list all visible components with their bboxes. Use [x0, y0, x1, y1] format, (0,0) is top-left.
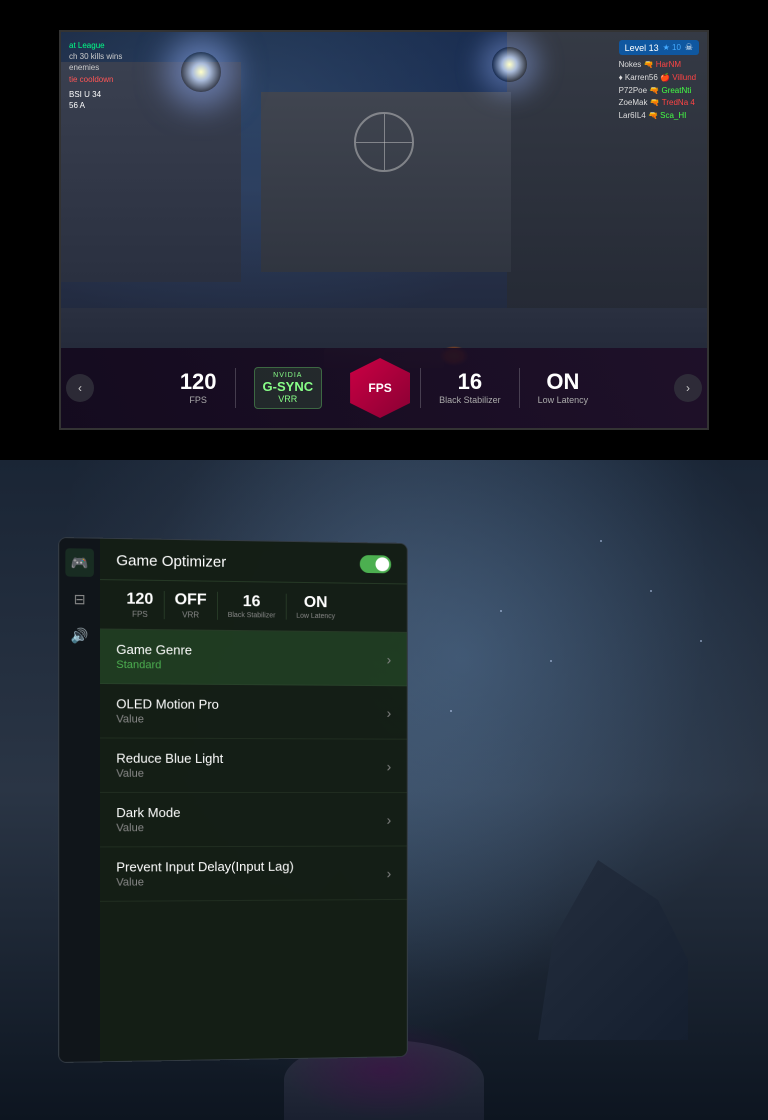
chat-kills: ch 30 kills wins [69, 51, 122, 62]
light-spot-1 [181, 52, 221, 92]
sidebar-display-icon[interactable]: ⊟ [65, 585, 94, 614]
menu-item-game-genre[interactable]: Game Genre Standard › [100, 630, 407, 687]
player-5: Lar6IL4 🔫 Sca_HI [619, 110, 699, 123]
panel-black-value: 16 [243, 593, 261, 611]
menu-item-game-genre-value: Standard [116, 659, 192, 672]
menu-item-reduce-blue-light[interactable]: Reduce Blue Light Value › [100, 738, 407, 793]
panel-vrr-label: VRR [182, 610, 199, 619]
panel-stats: 120 FPS OFF VRR 16 Black Stabilizer ON L… [100, 580, 407, 633]
menu-item-oled-motion-arrow: › [387, 704, 392, 720]
fps-label: FPS [189, 395, 207, 405]
player-2: ♦ Karren56 🍎 Villund [619, 72, 699, 85]
menu-item-input-lag-value: Value [116, 876, 294, 889]
menu-item-game-genre-title: Game Genre [116, 642, 192, 658]
panel-vrr-value: OFF [175, 591, 207, 609]
panel-fps-value: 120 [126, 591, 153, 609]
black-value: 16 [458, 371, 482, 393]
tv-frame: 🎮 ⊟ 🔊 Game Optimizer 120 FPS OFF [58, 537, 408, 1063]
menu-item-input-lag-title: Prevent Input Delay(Input Lag) [116, 859, 294, 875]
player-1: Nokes 🔫 HarNM [619, 59, 699, 72]
gsync-brand: NVIDIA [273, 372, 302, 379]
panel-black-stat: 16 Black Stabilizer [218, 593, 287, 620]
sidebar-sound-icon[interactable]: 🔊 [65, 621, 94, 650]
panel-latency-label: Low Latency [296, 613, 335, 620]
player-4: ZoeMak 🔫 TredNa 4 [619, 97, 699, 110]
star-icon: ★ 10 [663, 43, 681, 52]
menu-item-reduce-blue-light-value: Value [116, 768, 223, 780]
black-label: Black Stabilizer [439, 395, 501, 405]
menu-item-input-lag[interactable]: Prevent Input Delay(Input Lag) Value › [100, 846, 407, 901]
menu-item-dark-mode-left: Dark Mode Value [116, 805, 180, 834]
panel-vrr-stat: OFF VRR [164, 591, 217, 620]
panel-latency-stat: ON Low Latency [286, 594, 345, 621]
menu-item-dark-mode-arrow: › [387, 811, 392, 827]
particle [450, 710, 452, 712]
level-badge: Level 13 ★ 10 ☠ [619, 40, 699, 55]
bottom-section: 🎮 ⊟ 🔊 Game Optimizer 120 FPS OFF [0, 460, 768, 1120]
particle [550, 660, 552, 662]
menu-item-oled-motion-title: OLED Motion Pro [116, 696, 219, 712]
nav-arrow-left[interactable]: ‹ [66, 374, 94, 402]
menu-item-input-lag-left: Prevent Input Delay(Input Lag) Value [116, 859, 294, 889]
black-stabilizer-stat: 16 Black Stabilizer [421, 371, 519, 405]
toggle-switch[interactable] [360, 555, 391, 573]
menu-item-oled-motion[interactable]: OLED Motion Pro Value › [100, 684, 407, 740]
score-display: BSI U 3456 A [69, 89, 122, 111]
panel-latency-value: ON [304, 594, 328, 612]
light-spot-2 [492, 47, 527, 82]
particle [600, 540, 602, 542]
latency-value: ON [546, 371, 579, 393]
player-list: Nokes 🔫 HarNM ♦ Karren56 🍎 Villund P72Po… [619, 59, 699, 123]
toggle-knob [376, 557, 390, 571]
panel-fps-stat: 120 FPS [116, 590, 164, 619]
fps-value: 120 [180, 371, 217, 393]
sidebar-gamepad-icon[interactable]: 🎮 [65, 548, 94, 577]
chat-cooldown: tie cooldown [69, 74, 122, 85]
game-screen-top: at League ch 30 kills wins enemies tie c… [59, 30, 709, 430]
chat-text: at League [69, 40, 122, 51]
particle [700, 640, 702, 642]
menu-item-dark-mode-title: Dark Mode [116, 805, 180, 820]
chat-enemies: enemies [69, 62, 122, 73]
latency-stat: ON Low Latency [520, 371, 607, 405]
latency-label: Low Latency [538, 395, 589, 405]
particle [500, 610, 502, 612]
menu-item-oled-motion-value: Value [116, 713, 219, 726]
panel-header: Game Optimizer [100, 539, 407, 585]
stats-bar: ‹ 120 FPS NVIDIA G-SYNC VRR FPS 16 Black… [61, 348, 707, 428]
particle [650, 590, 652, 592]
gsync-sub: VRR [278, 394, 297, 404]
gsync-main: G-SYNC [263, 379, 314, 394]
game-optimizer-panel: Game Optimizer 120 FPS OFF VRR 16 Black … [100, 539, 407, 1062]
fps-stat: 120 FPS [162, 371, 235, 405]
menu-item-dark-mode-value: Value [116, 822, 180, 834]
level-text: Level 13 [625, 43, 659, 53]
fps-center-label: FPS [368, 381, 391, 395]
panel-fps-label: FPS [132, 610, 148, 619]
nav-arrow-right[interactable]: › [674, 374, 702, 402]
menu-item-oled-motion-left: OLED Motion Pro Value [116, 696, 219, 726]
menu-item-dark-mode[interactable]: Dark Mode Value › [100, 793, 407, 847]
menu-item-reduce-blue-light-left: Reduce Blue Light Value [116, 751, 223, 780]
menu-item-game-genre-left: Game Genre Standard [116, 642, 192, 672]
gsync-badge: NVIDIA G-SYNC VRR [254, 367, 323, 409]
top-section: at League ch 30 kills wins enemies tie c… [0, 0, 768, 460]
gsync-stat: NVIDIA G-SYNC VRR [236, 367, 341, 409]
sidebar: 🎮 ⊟ 🔊 [59, 538, 100, 1062]
fps-hex-badge: FPS [350, 358, 410, 418]
menu-item-game-genre-arrow: › [387, 651, 392, 667]
menu-item-reduce-blue-light-title: Reduce Blue Light [116, 751, 223, 766]
icons-bar: ? ⊞ Screen Size ⊟ Multi-view ≡ Game Opti… [61, 428, 707, 430]
skull-icon: ☠ [685, 42, 693, 53]
hud-top-right: Level 13 ★ 10 ☠ Nokes 🔫 HarNM ♦ Karren56… [619, 40, 699, 123]
menu-item-input-lag-arrow: › [387, 865, 392, 881]
panel-black-label: Black Stabilizer [228, 612, 276, 620]
scope [354, 112, 414, 172]
player-3: P72Poe 🔫 GreatNti [619, 85, 699, 98]
menu-item-reduce-blue-light-arrow: › [387, 758, 392, 774]
panel-title: Game Optimizer [116, 552, 226, 571]
hud-top-left: at League ch 30 kills wins enemies tie c… [69, 40, 122, 111]
